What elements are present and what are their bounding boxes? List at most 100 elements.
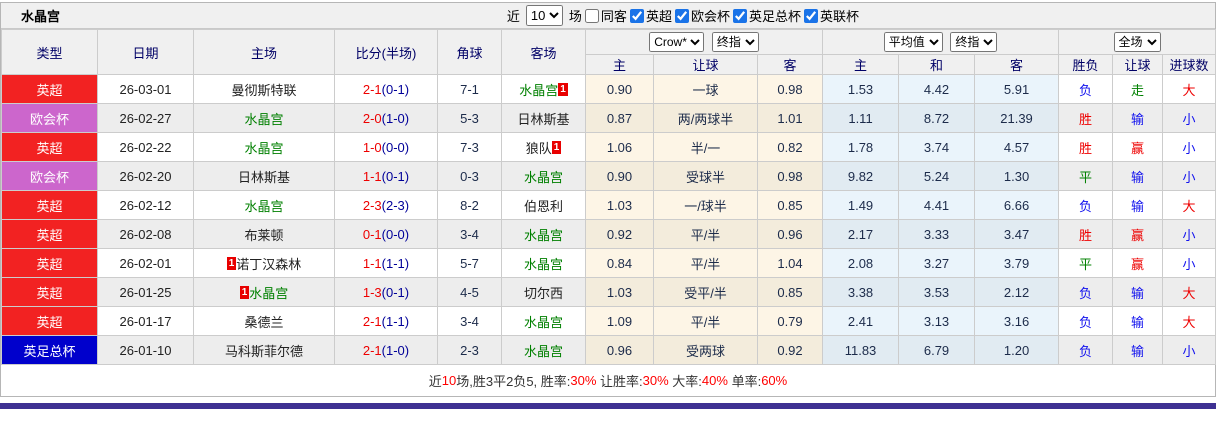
league-2-filter[interactable]: 英足总杯 — [732, 6, 801, 25]
away-team-cell: 水晶宫 — [501, 248, 586, 278]
team-name: 水晶宫 — [519, 82, 559, 98]
league-3-checkbox[interactable] — [803, 8, 818, 23]
team-name: 水晶宫 — [244, 140, 284, 156]
league-3-label: 英联杯 — [819, 9, 859, 24]
same-away-filter[interactable]: 同客 — [584, 6, 627, 25]
corner-score: 0-3 — [437, 161, 502, 191]
team-name: 马科斯菲尔德 — [224, 343, 303, 359]
ah-line: 半/一 — [653, 132, 758, 162]
matches-label: 场 — [568, 9, 582, 24]
corner-score: 7-3 — [437, 132, 502, 162]
half-time-score: (1-1) — [381, 313, 410, 329]
ah-line: 平/半 — [653, 219, 758, 249]
same-away-checkbox[interactable] — [584, 8, 599, 23]
half-time-score: (0-0) — [381, 226, 410, 242]
handicap-result-cell: 赢 — [1112, 132, 1164, 162]
filter-controls: 近 10 场 同客 英超 欧会杯 英足总杯 英联杯 — [507, 5, 859, 26]
league-0-filter[interactable]: 英超 — [629, 6, 672, 25]
goals-result-cell: 小 — [1162, 248, 1216, 278]
league-filter-group: 同客 英超 欧会杯 英足总杯 英联杯 — [584, 6, 859, 25]
eu-draw-odds: 3.27 — [898, 248, 976, 278]
handicap-result-cell: 输 — [1112, 277, 1164, 307]
result-cell: 胜 — [1058, 103, 1114, 133]
scope-select[interactable]: 全场 — [1113, 32, 1161, 52]
away-team-cell: 水晶宫 — [501, 219, 586, 249]
eu-draw-odds: 3.13 — [898, 306, 976, 336]
league-0-checkbox[interactable] — [629, 8, 644, 23]
near-label: 近 — [506, 9, 520, 24]
score-cell: 2-0(1-0) — [334, 103, 438, 133]
home-team-cell: 曼彻斯特联 — [193, 74, 335, 104]
euro-index-select[interactable]: 终指 — [950, 32, 998, 52]
score-cell: 2-1(1-0) — [334, 335, 438, 365]
recent-count-select[interactable]: 10 — [525, 5, 563, 26]
match-date: 26-01-25 — [97, 277, 194, 307]
home-team-cell: 1 水晶宫 — [193, 277, 335, 307]
ah-home-odds: 0.92 — [585, 219, 654, 249]
eu-home-odds: 2.17 — [822, 219, 900, 249]
summary-segment: 10 — [441, 373, 457, 388]
corner-score: 7-1 — [437, 74, 502, 104]
result-cell: 负 — [1058, 74, 1114, 104]
eu-away-odds: 3.47 — [974, 219, 1060, 249]
home-team-cell: 桑德兰 — [193, 306, 335, 336]
league-badge: 欧会杯 — [1, 161, 98, 191]
ah-line: 一/球半 — [653, 190, 758, 220]
league-1-filter[interactable]: 欧会杯 — [674, 6, 730, 25]
crown-index-select[interactable]: 终指 — [711, 32, 759, 52]
away-team-cell: 水晶宫 — [501, 161, 586, 191]
team-name: 狼队 — [525, 140, 552, 156]
league-badge: 英超 — [1, 306, 98, 336]
col-header-goals: 进球数 — [1162, 54, 1216, 75]
col-header-corners: 角球 — [437, 29, 502, 75]
league-badge: 英超 — [1, 248, 98, 278]
goals-result-cell: 大 — [1162, 277, 1216, 307]
team-name: 诺丁汉森林 — [236, 256, 302, 272]
league-badge: 英超 — [1, 219, 98, 249]
euro-average-select[interactable]: 平均值 — [883, 32, 943, 52]
summary-segment: 30% — [642, 373, 669, 388]
match-table-body: 英超 26-03-01 曼彻斯特联 2-1(0-1) 7-1 水晶宫 1 0.90 一球 0.98… — [1, 74, 1216, 365]
eu-home-odds: 11.83 — [822, 335, 900, 365]
team-name: 曼彻斯特联 — [231, 82, 297, 98]
team-name: 日林斯基 — [517, 111, 570, 127]
table-row: 英超 26-02-01 1 诺丁汉森林 1-1(1-1) 5-7 水晶宫 0.84 平/半 1.0… — [1, 248, 1216, 278]
summary-segment: 30% — [570, 373, 597, 388]
eu-draw-odds: 6.79 — [898, 335, 976, 365]
ah-line: 一球 — [653, 74, 758, 104]
full-time-score: 0-1 — [362, 226, 382, 242]
home-team-cell: 水晶宫 — [193, 190, 335, 220]
ah-away-odds: 0.85 — [756, 190, 824, 220]
eu-draw-odds: 3.74 — [898, 132, 976, 162]
full-time-score: 2-1 — [362, 313, 382, 329]
page-title: 水晶宫 — [21, 9, 61, 24]
eu-home-odds: 1.49 — [822, 190, 900, 220]
match-history-panel: 水晶宫 近 10 场 同客 英超 欧会杯 英足总杯 英联杯 类型 日期 主场 比… — [0, 0, 1216, 421]
result-cell: 胜 — [1058, 132, 1114, 162]
corner-score: 4-5 — [437, 277, 502, 307]
half-time-score: (1-0) — [381, 110, 410, 126]
away-team-cell: 水晶宫 — [501, 306, 586, 336]
full-time-score: 1-0 — [362, 139, 382, 155]
league-1-checkbox[interactable] — [674, 8, 689, 23]
eu-away-odds: 3.16 — [974, 306, 1060, 336]
team-name: 切尔西 — [523, 285, 563, 301]
handicap-result-cell: 输 — [1112, 306, 1164, 336]
score-cell: 1-1(0-1) — [334, 161, 438, 191]
eu-away-odds: 5.91 — [974, 74, 1060, 104]
league-badge: 英超 — [1, 190, 98, 220]
corner-score: 3-4 — [437, 219, 502, 249]
league-1-label: 欧会杯 — [690, 9, 730, 24]
league-3-filter[interactable]: 英联杯 — [803, 6, 859, 25]
team-name: 水晶宫 — [523, 256, 563, 272]
table-row: 欧会杯 26-02-27 水晶宫 2-0(1-0) 5-3 日林斯基 0.87 两/两球半 1.… — [1, 103, 1216, 133]
league-2-checkbox[interactable] — [732, 8, 747, 23]
eu-away-odds: 6.66 — [974, 190, 1060, 220]
col-header-ah-line: 让球 — [653, 54, 758, 75]
eu-away-odds: 2.12 — [974, 277, 1060, 307]
bookmaker-select[interactable]: Crow* — [649, 32, 705, 52]
result-cell: 胜 — [1058, 219, 1114, 249]
corner-score: 5-3 — [437, 103, 502, 133]
ah-away-odds: 1.04 — [756, 248, 824, 278]
ah-line: 两/两球半 — [653, 103, 758, 133]
